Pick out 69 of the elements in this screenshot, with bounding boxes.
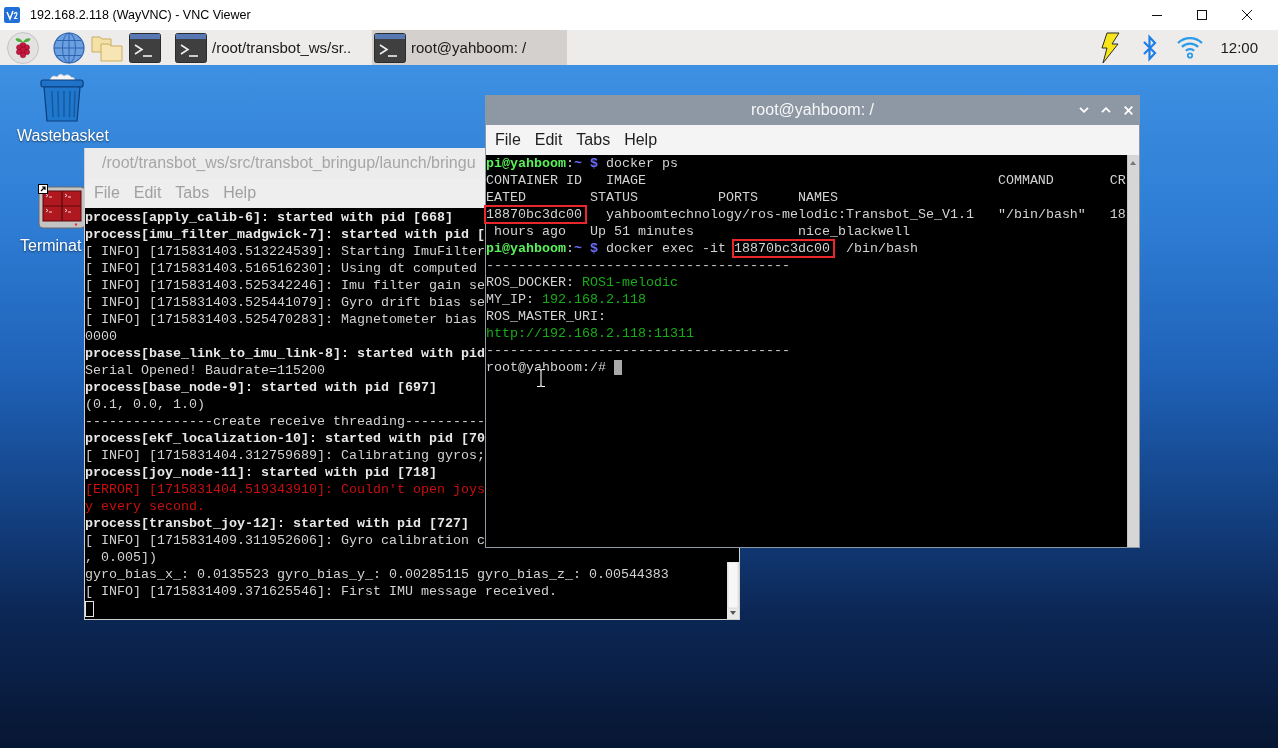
terminal-text: process[base_node-9]: started with pid [697] — [85, 380, 437, 395]
terminal-text: process[imu_filter_madgwick-7]: started with pid [ — [85, 227, 485, 242]
terminal-text: -------------------------------------- — [486, 343, 790, 358]
terminal-icon[interactable] — [129, 32, 161, 63]
terminal-text: ----------------create receive threading---------- — [85, 414, 485, 429]
terminal-text: EATED STATUS PORTS NAMES — [486, 190, 838, 205]
terminal-text: root@yahboom:/# — [486, 360, 607, 375]
terminal-text: Serial Opened! Baudrate=115200 — [85, 363, 325, 378]
menu-item[interactable]: Edit — [527, 131, 570, 149]
terminal-text: MY_IP: 192.168.2.118 — [486, 292, 646, 307]
terminal-text: ROS_DOCKER: ROS1-melodic — [486, 275, 678, 290]
terminal-text: process[joy_node-11]: started with pid [718] — [85, 465, 437, 480]
terminal-text: [ INFO] [1715831403.525342246]: Imu filter gain se — [85, 278, 485, 293]
clock-text[interactable]: 12:00 — [1220, 39, 1258, 56]
taskbar-button[interactable]: root@yahboom: / — [372, 30, 567, 65]
terminal-text: , 0.005]) — [85, 550, 157, 565]
terminal-text: hours ago Up 51 minutes nice_blackwell — [493, 224, 910, 239]
terminal-text: pi@yahboom:~ $ docker exec -it — [486, 241, 727, 256]
trash-can-icon[interactable] — [38, 72, 86, 122]
highlight-box: 18870bc3dc00 — [731, 239, 835, 258]
maximize-icon — [1196, 10, 1207, 20]
taskbar-button[interactable]: /root/transbot_ws/sr.. — [170, 30, 369, 65]
wifi-icon[interactable] — [1176, 36, 1205, 59]
terminal-text: ROS_MASTER_URI: — [486, 309, 606, 324]
minimize-icon — [1151, 14, 1162, 16]
terminal-text: [ INFO] [1715831403.525441079]: Gyro drift bias se — [85, 295, 485, 310]
window-title: /root/transbot_ws/src/transbot_bringup/launch/bringu — [102, 154, 476, 172]
terminal-text: process[apply_calib-6]: started with pid [668] — [85, 210, 453, 225]
desktop-icon-label[interactable]: Wastebasket — [17, 127, 109, 145]
bluetooth-icon[interactable] — [1142, 33, 1159, 62]
terminal-text: process[transbot_joy-12]: started with pid [727] — [85, 516, 469, 531]
terminal-text: (0.1, 0.0, 1.0) — [85, 397, 205, 412]
close-icon — [1241, 10, 1252, 20]
menu-item[interactable]: Tabs — [569, 131, 618, 149]
window-title: 192.168.2.118 (WayVNC) - VNC Viewer — [30, 8, 251, 22]
terminal-text: process[ekf_localization-10]: started with pid [70 — [85, 431, 485, 446]
chevron-up-icon — [1101, 107, 1111, 113]
terminal-text: yahboomtechnology/ros-melodic:Transbot_Se_V1.1 "/bin/bash" 18 — [604, 207, 1126, 222]
desktop-icon-label[interactable]: Terminat — [20, 237, 82, 255]
terminal-text: http://192.168.2.118:11311 — [486, 326, 694, 341]
window-title: root@yahboom: / — [751, 101, 874, 119]
lightning-bolt-icon[interactable] — [1100, 31, 1121, 64]
terminal-text: [ERROR] [1715831404.519343910]: Couldn't open joys — [85, 482, 485, 497]
terminal-text: CONTAINER ID IMAGE COMMAND CR — [486, 173, 1126, 188]
terminal-text: [ INFO] [1715831409.371625546]: First IMU message received. — [85, 584, 557, 599]
logo-icon — [4, 7, 20, 23]
menu-item[interactable]: Help — [617, 131, 665, 149]
terminal-text: [ INFO] [1715831403.516516230]: Using dt computed — [85, 261, 477, 276]
terminal-text: [ INFO] [1715831403.513224539]: Starting ImuFilter — [85, 244, 485, 259]
terminal-icon — [374, 32, 406, 63]
scrollbar[interactable] — [1127, 155, 1139, 547]
terminal-text: /bin/bash — [844, 241, 918, 256]
terminal-text: process[base_link_to_imu_link-8]: started with pid — [85, 346, 485, 361]
globe-icon[interactable] — [53, 31, 85, 64]
scrollbar[interactable] — [727, 562, 739, 619]
terminal-text: y every second. — [85, 499, 205, 514]
terminal-text: [ INFO] [1715831409.311952606]: Gyro calibration c — [85, 533, 485, 548]
chevron-down-icon — [1079, 107, 1089, 113]
raspberry-icon[interactable] — [7, 31, 39, 64]
terminal-text: 0000 — [85, 329, 117, 344]
highlight-box: 18870bc3dc00 — [484, 205, 587, 224]
terminal-text: [ INFO] [1715831403.525470283]: Magnetometer bias — [85, 312, 477, 327]
terminal-text: gyro_bias_x_: 0.0135523 gyro_bias_y_: 0.00285115 gyro_bias_z_: 0.00544383 — [85, 567, 669, 582]
terminal-text: pi@yahboom:~ $ docker ps — [486, 156, 678, 171]
terminal-text: -------------------------------------- — [486, 258, 790, 273]
close-icon — [1123, 105, 1133, 115]
terminal-text: [ INFO] [1715831404.312759689]: Calibrating gyros; — [85, 448, 485, 463]
menu-item[interactable]: File — [488, 131, 528, 149]
terminal-screens-icon[interactable] — [38, 186, 86, 230]
